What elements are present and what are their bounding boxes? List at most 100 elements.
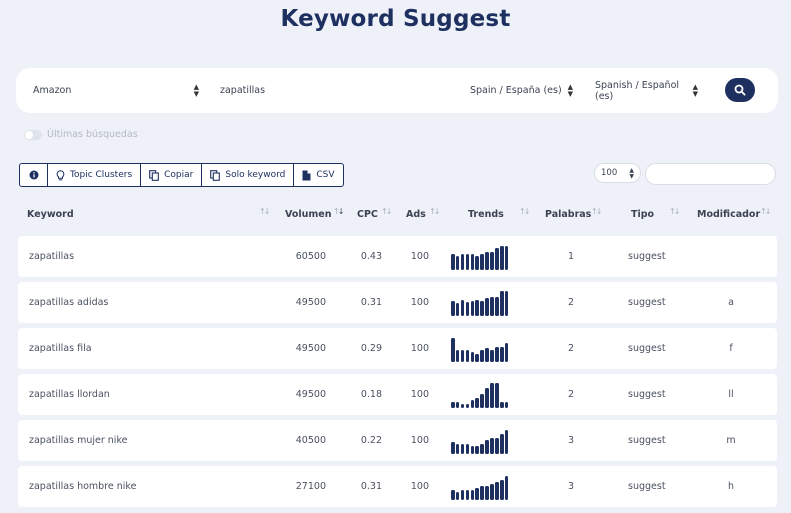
type-cell: suggest: [628, 481, 666, 492]
table-row[interactable]: zapatillas adidas 49500 0.31 100 2 sugge…: [18, 282, 777, 323]
trend-bar: [499, 347, 504, 362]
keyword-input[interactable]: zapatillas: [220, 68, 460, 113]
column-header-trends[interactable]: Trends: [468, 209, 504, 220]
trend-bar: [495, 297, 499, 316]
volume-cell: 49500: [295, 389, 326, 400]
search-icon: [734, 84, 746, 96]
language-select-value: Spanish / Español (es): [595, 79, 680, 102]
trend-bar: [460, 254, 465, 270]
trend-bar: [460, 404, 465, 408]
trend-bar: [504, 476, 509, 500]
history-toggle-row: Últimas búsquedas: [24, 129, 138, 140]
sort-arrows-icon[interactable]: ↑↓: [669, 207, 680, 216]
trend-bar: [485, 486, 489, 500]
table-row[interactable]: zapatillas hombre nike 27100 0.31 100 3 …: [18, 466, 777, 507]
column-header-ads[interactable]: Ads: [406, 209, 426, 220]
column-header-volume[interactable]: Volumen: [285, 209, 331, 220]
trend-bar: [475, 354, 480, 362]
words-cell: 3: [567, 435, 575, 446]
trend-bar: [470, 446, 475, 454]
ads-cell: 100: [410, 251, 429, 262]
column-header-modifier[interactable]: Modificador: [697, 209, 760, 220]
trend-bar: [470, 490, 475, 500]
trend-bar: [504, 291, 509, 316]
trend-bar: [485, 440, 489, 454]
table-row[interactable]: zapatillas mujer nike 40500 0.22 100 3 s…: [18, 420, 777, 461]
trend-bar: [460, 444, 465, 454]
sort-arrows-icon[interactable]: ↑↓: [333, 207, 344, 216]
modifier-cell: f: [729, 343, 733, 354]
trend-sparkline: [451, 427, 515, 454]
keyword-cell: zapatillas mujer nike: [29, 435, 128, 446]
trend-bar: [465, 254, 470, 270]
volume-cell: 27100: [295, 481, 326, 492]
trend-bar: [465, 444, 470, 454]
trend-bar: [451, 402, 455, 408]
trend-bar: [499, 402, 504, 408]
trend-bar: [499, 246, 504, 270]
column-header-type[interactable]: Tipo: [631, 209, 654, 220]
trend-bar: [480, 350, 484, 362]
trend-bar: [470, 301, 475, 316]
modifier-cell: h: [727, 481, 735, 492]
sort-arrows-icon[interactable]: ↑↓: [519, 207, 530, 216]
table-row[interactable]: zapatillas llordan 49500 0.18 100 2 sugg…: [18, 374, 777, 415]
trend-bar: [475, 488, 480, 500]
trend-bar: [475, 446, 480, 454]
language-select[interactable]: Spanish / Español (es) ▲ ▼: [595, 68, 698, 113]
keyword-cell: zapatillas fila: [29, 343, 92, 354]
page-size-select[interactable]: 100 ▲ ▼: [594, 163, 641, 183]
column-header-cpc[interactable]: CPC: [357, 209, 378, 220]
modifier-cell: m: [726, 435, 736, 446]
trend-bar: [499, 434, 504, 454]
search-button[interactable]: [725, 78, 755, 102]
source-select[interactable]: Amazon ▲ ▼: [33, 68, 199, 113]
history-toggle[interactable]: [24, 129, 42, 140]
trend-bar: [495, 248, 499, 270]
table-row[interactable]: zapatillas 60500 0.43 100 1 suggest: [18, 236, 777, 277]
trend-bar: [490, 297, 494, 316]
ads-cell: 100: [410, 481, 429, 492]
solo-keyword-button[interactable]: Solo keyword: [201, 163, 295, 187]
trend-bar: [455, 402, 460, 408]
topic-clusters-button[interactable]: Topic Clusters: [47, 163, 142, 187]
trend-bar: [504, 402, 509, 408]
column-header-words[interactable]: Palabras: [545, 209, 591, 220]
trend-bar: [490, 252, 494, 270]
info-button[interactable]: [19, 163, 48, 187]
country-select[interactable]: Spain / España (es) ▲ ▼: [470, 68, 573, 113]
info-icon: [29, 170, 38, 180]
sort-arrows-icon[interactable]: ↑↓: [381, 207, 392, 216]
trend-bar: [475, 300, 480, 316]
sort-arrows-icon[interactable]: ↑↓: [760, 207, 771, 216]
type-cell: suggest: [628, 435, 666, 446]
trend-bar: [470, 254, 475, 270]
trend-bar: [460, 300, 465, 316]
table-row[interactable]: zapatillas fila 49500 0.29 100 2 suggest…: [18, 328, 777, 369]
copy-icon: [210, 169, 221, 181]
keyword-cell: zapatillas hombre nike: [29, 481, 137, 492]
trend-bar: [455, 350, 460, 362]
table-header: Keyword ↑↓ Volumen ↑↓ CPC ↑↓ Ads ↑↓ Tren…: [0, 205, 791, 225]
cpc-cell: 0.18: [360, 389, 382, 400]
trend-bar: [451, 490, 455, 500]
trend-bar: [455, 444, 460, 454]
trend-bar: [480, 394, 484, 408]
csv-button[interactable]: CSV: [293, 163, 344, 187]
trend-bar: [451, 301, 455, 316]
sort-arrows-icon[interactable]: ↑↓: [429, 207, 440, 216]
sort-arrows-icon[interactable]: ↑↓: [259, 207, 270, 216]
table-filter-input[interactable]: [645, 163, 776, 185]
copy-button[interactable]: Copiar: [140, 163, 203, 187]
words-cell: 2: [567, 389, 575, 400]
trend-bar: [485, 298, 489, 316]
sort-arrows-icon[interactable]: ↑↓: [591, 207, 602, 216]
trend-bar: [480, 444, 484, 454]
file-icon: [302, 170, 311, 180]
words-cell: 3: [567, 481, 575, 492]
trend-sparkline: [451, 381, 515, 408]
volume-cell: 40500: [295, 435, 326, 446]
cpc-cell: 0.31: [360, 297, 382, 308]
column-header-keyword[interactable]: Keyword: [27, 209, 74, 220]
trend-bar: [465, 302, 470, 316]
